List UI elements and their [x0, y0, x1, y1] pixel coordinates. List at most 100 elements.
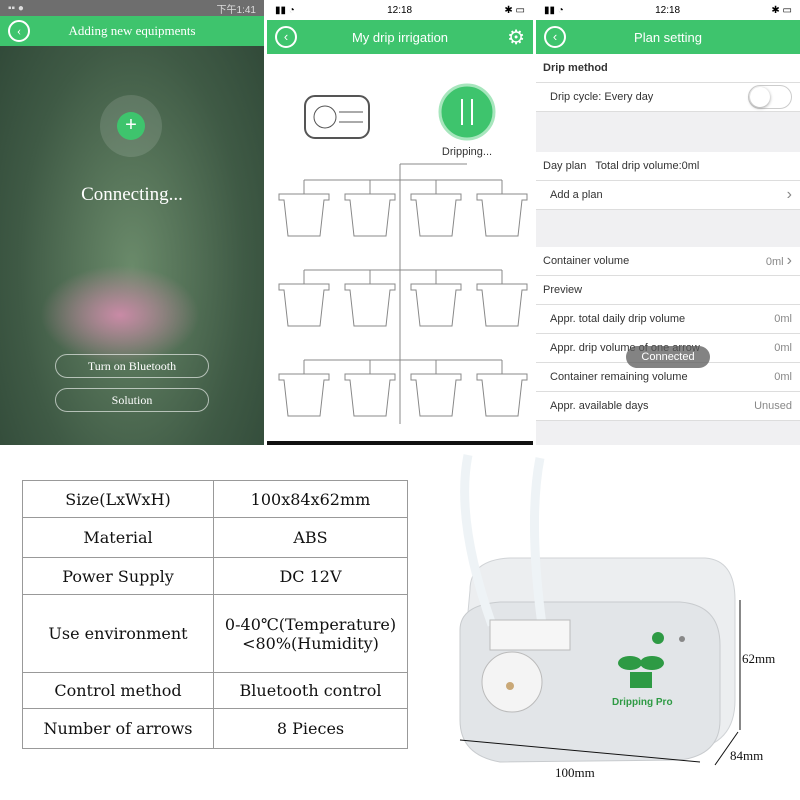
spec-value: ABS [213, 517, 408, 558]
pot-icon [476, 373, 528, 417]
signal-icon: ▮▮ ◔ [275, 4, 295, 16]
back-icon[interactable]: ‹ [544, 26, 566, 48]
gear-icon[interactable]: ⚙ [507, 25, 525, 50]
preview-value: 0ml [774, 342, 792, 354]
status-time: 12:18 [655, 4, 681, 16]
status-bar: ▪▪ ● 下午1:41 [0, 0, 264, 16]
spec-value-line: ABS [293, 528, 328, 547]
screen-adding-equipment: ▪▪ ● 下午1:41 ‹ Adding new equipments + Con… [0, 0, 264, 445]
page-title: Plan setting [634, 29, 702, 45]
spec-row: Control method Bluetooth control [22, 672, 408, 709]
day-plan-row: Day plan Total drip volume:0ml [536, 152, 800, 181]
add-plan-row[interactable]: Add a plan › [536, 181, 800, 210]
preview-row: Appr. available days Unused [536, 392, 800, 421]
preview-label: Appr. total daily drip volume [550, 313, 686, 325]
spec-row: Use environment 0-40℃(Temperature) <80%(Hu… [22, 594, 408, 673]
brand-label: Dripping Pro [612, 697, 673, 708]
battery-icon: ✱ ▭ [504, 4, 525, 16]
irrigation-diagram [278, 83, 528, 424]
header: ‹ My drip irrigation ⚙ [267, 20, 533, 54]
pot-icon [410, 283, 462, 327]
preview-label: Appr. available days [550, 400, 649, 412]
add-plan-label: Add a plan [550, 189, 603, 201]
preview-value: 0ml [774, 371, 792, 383]
day-plan-label: Day plan [543, 160, 587, 172]
drip-cycle-row[interactable]: Drip cycle: Every day [536, 83, 800, 112]
spec-key: Number of arrows [22, 708, 214, 749]
height-dimension: 62mm [742, 651, 776, 666]
pot-icon [410, 373, 462, 417]
preview-label: Container remaining volume [550, 371, 688, 383]
pot-icon [410, 193, 462, 237]
status-bar: ▮▮ ◔ 12:18 ✱ ▭ [267, 0, 533, 20]
spec-table: Size(LxWxH) 100x84x62mm Material ABS Power S… [22, 480, 408, 749]
spec-value: 100x84x62mm [213, 480, 408, 518]
preview-row: Appr. total daily drip volume 0ml [536, 305, 800, 334]
chevron-right-icon: › [786, 252, 792, 269]
dripping-status: Dripping... [441, 146, 493, 158]
container-volume-row[interactable]: Container volume 0ml › [536, 247, 800, 276]
spec-value: 0-40℃(Temperature) <80%(Humidity) [213, 594, 408, 673]
spec-value: Bluetooth control [213, 672, 408, 709]
total-drip-volume: Total drip volume:0ml [595, 160, 700, 172]
pot-icon [476, 283, 528, 327]
page-title: My drip irrigation [351, 29, 449, 45]
solution-button[interactable]: Solution [55, 388, 209, 412]
spec-value-line: 100x84x62mm [250, 489, 371, 509]
container-volume-value: 0ml [765, 256, 784, 268]
preview-value: Unused [754, 400, 792, 412]
pot-icon [278, 373, 330, 417]
page-title: Adding new equipments [68, 23, 196, 38]
tree-lines [303, 163, 503, 424]
container-volume-label: Container volume [543, 255, 630, 267]
connecting-text: Connecting... [81, 184, 183, 205]
lotus-image [40, 265, 200, 365]
spec-key: Size(LxWxH) [22, 480, 214, 518]
drip-cycle-toggle[interactable] [748, 85, 792, 109]
depth-dimension: 84mm [730, 748, 764, 763]
pot-icon [344, 283, 396, 327]
status-bar: ▮▮ ◔ 12:18 ✱ ▭ [536, 0, 800, 20]
screen-plan-setting: ▮▮ ◔ 12:18 ✱ ▭ ‹ Plan setting Drip method … [536, 0, 800, 445]
back-icon[interactable]: ‹ [8, 20, 30, 42]
connected-toast: Connected [626, 346, 710, 368]
pot-icon [278, 193, 330, 237]
header: ‹ Adding new equipments [0, 16, 264, 46]
header: ‹ Plan setting [536, 20, 800, 54]
spec-value: DC 12V [213, 557, 408, 595]
width-dimension: 100mm [555, 765, 595, 780]
pot-icon [278, 283, 330, 327]
section-preview: Preview [536, 276, 800, 305]
spec-value-line: Bluetooth control [239, 681, 382, 700]
spec-value: 8 Pieces [213, 708, 408, 749]
spec-key: Material [22, 517, 214, 558]
spec-value-line: 0-40℃(Temperature) [224, 614, 397, 634]
turn-on-bluetooth-button[interactable]: Turn on Bluetooth [55, 354, 209, 378]
carrier: ▪▪ ● [8, 2, 24, 14]
pot-icon [344, 193, 396, 237]
device-search-ring: + [100, 95, 162, 157]
spec-row: Number of arrows 8 Pieces [22, 708, 408, 749]
add-icon[interactable]: + [117, 112, 145, 140]
pot-icon [476, 193, 528, 237]
spec-key: Use environment [22, 594, 214, 673]
section-drip-method: Drip method [536, 54, 800, 83]
spec-value-line: <80%(Humidity) [242, 633, 379, 653]
bluetooth-icon [652, 632, 664, 644]
pot-icon [344, 373, 396, 417]
spec-row: Power Supply DC 12V [22, 557, 408, 595]
spec-row: Material ABS [22, 517, 408, 558]
pump-icon [304, 95, 370, 139]
battery-icon: ✱ ▭ [771, 4, 792, 16]
chevron-right-icon: › [786, 186, 792, 203]
spec-value-line: 8 Pieces [276, 719, 345, 738]
bottom-edge [267, 441, 533, 445]
status-time: 下午1:41 [216, 4, 256, 16]
status-time: 12:18 [387, 4, 413, 16]
spec-key: Control method [22, 672, 214, 709]
pause-icon [438, 83, 496, 141]
back-icon[interactable]: ‹ [275, 26, 297, 48]
spec-key: Power Supply [22, 557, 214, 595]
spec-row: Size(LxWxH) 100x84x62mm [22, 480, 408, 518]
screen-my-drip-irrigation: ▮▮ ◔ 12:18 ✱ ▭ ‹ My drip irrigation ⚙ Drip… [267, 0, 533, 445]
